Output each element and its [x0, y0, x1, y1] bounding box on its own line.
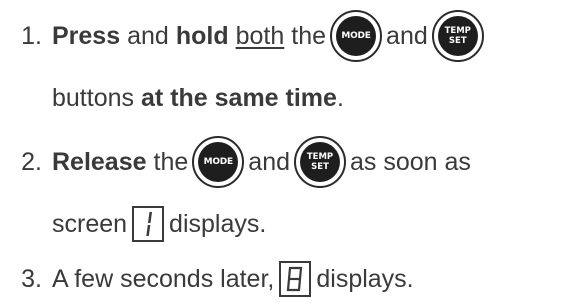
step-3-line-1: 3. A few seconds later, displays. — [0, 254, 414, 304]
temp-set-label-bottom: SET — [311, 162, 329, 172]
seven-segment-one-icon — [132, 206, 165, 242]
temp-set-label-bottom: SET — [448, 36, 467, 46]
step-text: hold — [175, 22, 229, 50]
step-text: and — [248, 148, 291, 176]
mode-button-label: MODE — [198, 142, 239, 182]
mode-button-icon: MODE — [192, 136, 245, 188]
step-text: Press — [52, 22, 121, 50]
temp-set-button-icon: TEMP SET — [294, 136, 347, 188]
temp-set-button-icon: TEMP SET — [431, 10, 484, 62]
step-text: and — [127, 22, 169, 50]
step-text: the — [291, 22, 327, 50]
step-text: and — [386, 22, 428, 50]
step-number: 1. — [21, 22, 42, 50]
step-text: buttons — [52, 84, 135, 112]
step-text: as soon as — [350, 148, 471, 176]
step-text: both — [235, 22, 285, 50]
mode-button-label: MODE — [336, 16, 377, 56]
step-text: A few seconds later, — [52, 265, 275, 293]
step-text: at the same time — [141, 84, 337, 112]
temp-set-label-top: TEMP — [306, 152, 334, 162]
step-number: 3. — [21, 265, 42, 293]
step-number: 2. — [21, 148, 42, 176]
step-2-line-1: 2. Release the MODE and TEMP SET as soon… — [0, 136, 471, 188]
step-text: . — [336, 84, 344, 112]
step-1-line-1: 1. Press and hold both the MODE and TEMP… — [0, 10, 488, 62]
step-text: the — [153, 148, 189, 176]
mode-button-icon: MODE — [330, 10, 383, 62]
step-text: displays. — [169, 210, 267, 238]
temp-set-label-top: TEMP — [444, 26, 471, 36]
step-1-line-2: buttons at the same time. — [0, 73, 344, 123]
step-text: screen — [52, 210, 128, 238]
step-text: displays. — [316, 265, 414, 293]
seven-segment-eight-icon — [279, 261, 312, 297]
step-text: Release — [52, 148, 147, 176]
step-2-line-2: screen displays. — [0, 199, 266, 249]
